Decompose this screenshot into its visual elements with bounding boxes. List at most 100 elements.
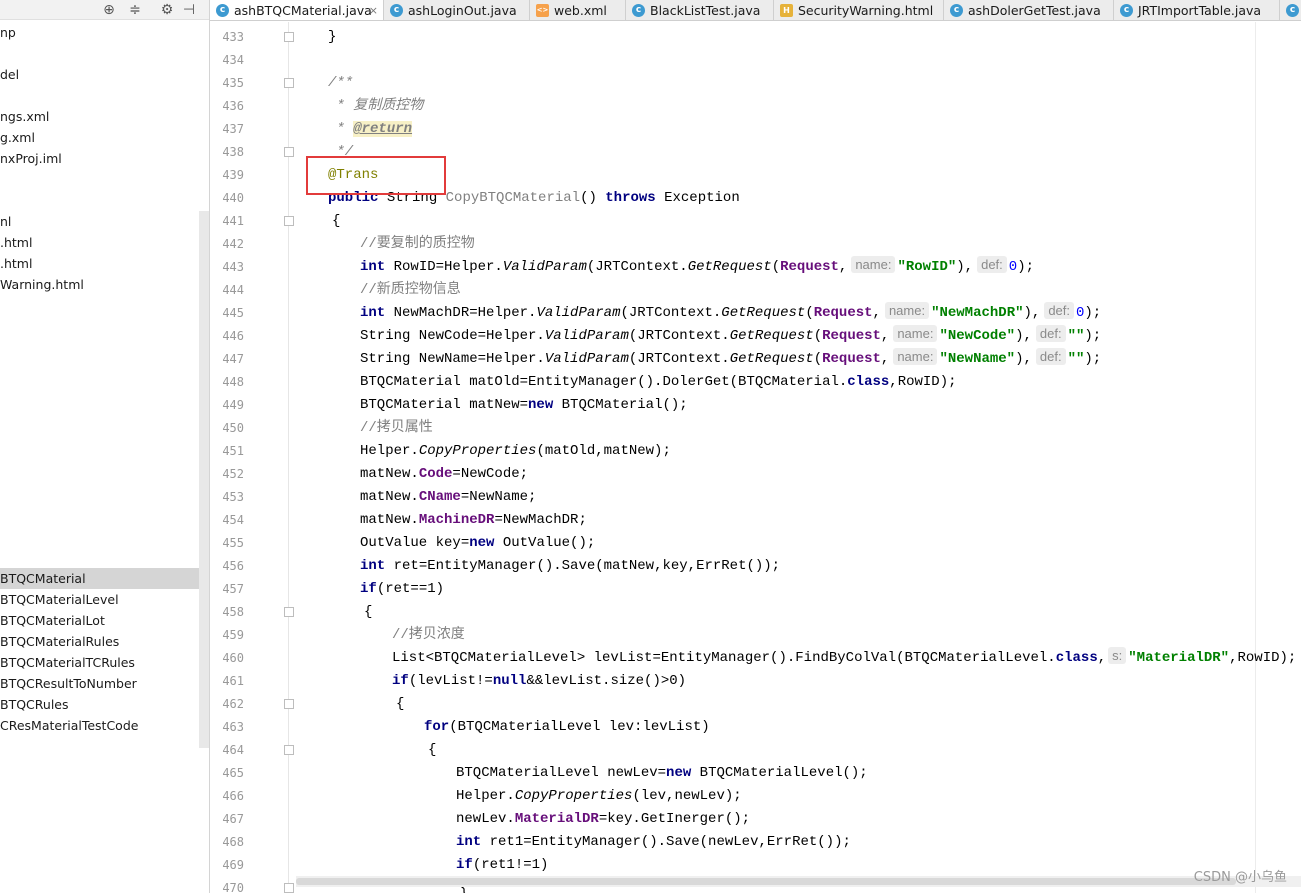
code-line-467: newLev.MaterialDR=key.GetInerger(); xyxy=(456,808,750,831)
code-token: //要复制的质控物 xyxy=(360,236,475,252)
fold-marker-icon[interactable] xyxy=(284,216,294,226)
tree-item[interactable]: CResMaterialTestCode xyxy=(0,715,200,736)
gear-icon[interactable]: ⚙ xyxy=(158,1,176,19)
code-area[interactable]: } /** * 复制质控物 * @return */ @Trans public… xyxy=(294,22,1301,893)
code-line-433: } xyxy=(328,26,336,49)
project-toolbar: ⊕ ≑ ⚙ ⊣ xyxy=(0,0,209,20)
code-token: , xyxy=(838,259,848,275)
tree-item[interactable]: Warning.html xyxy=(0,274,200,295)
fold-marker-icon[interactable] xyxy=(284,699,294,709)
code-token: ( xyxy=(813,328,823,344)
code-token: RowID=Helper. xyxy=(385,259,503,275)
tree-item[interactable]: nxProj.iml xyxy=(0,148,200,169)
close-icon[interactable]: × xyxy=(369,0,378,20)
code-token: null xyxy=(492,673,527,689)
code-line-465: BTQCMaterialLevel newLev=new BTQCMateria… xyxy=(456,762,868,785)
code-token: &&levList.size()>0) xyxy=(526,673,687,689)
tree-item[interactable]: nl xyxy=(0,211,200,232)
code-line-466: Helper.CopyProperties(lev,newLev); xyxy=(456,785,742,808)
project-scrollbar[interactable] xyxy=(199,211,209,748)
tree-item[interactable]: del xyxy=(0,64,200,85)
code-token: ValidParam xyxy=(544,328,629,344)
param-hint: name: xyxy=(893,325,938,342)
editor-tab-bar: c ashBTQCMaterial.java × c ashLoginOut.j… xyxy=(210,0,1301,21)
java-class-icon: c xyxy=(1286,4,1299,17)
fold-marker-icon[interactable] xyxy=(284,607,294,617)
line-number: 442 xyxy=(222,237,244,251)
line-number: 434 xyxy=(222,53,244,67)
horizontal-scrollbar[interactable] xyxy=(296,876,1301,887)
tree-item[interactable]: BTQCMaterialTCRules xyxy=(0,652,200,673)
tree-item[interactable]: BTQCMaterialLevel xyxy=(0,589,200,610)
tab-blacklisttest[interactable]: c BlackListTest.java xyxy=(626,0,774,20)
tab-label: ashBTQCMaterial.java xyxy=(234,3,372,18)
code-token: =NewName; xyxy=(460,489,537,505)
tree-item[interactable]: .html xyxy=(0,232,200,253)
code-token: { xyxy=(428,742,437,758)
code-token: (JRTContext. xyxy=(628,351,730,367)
tree-item[interactable]: BTQCRules xyxy=(0,694,200,715)
scrollbar-thumb[interactable] xyxy=(296,878,1236,885)
code-line-464: { xyxy=(428,739,436,762)
code-token: CopyProperties xyxy=(514,788,633,804)
code-token: ValidParam xyxy=(544,351,629,367)
param-hint: def: xyxy=(1035,348,1066,365)
tab-overflow[interactable]: c xyxy=(1280,0,1301,20)
tab-jrtimporttable[interactable]: c JRTImportTable.java xyxy=(1114,0,1280,20)
fold-marker-icon[interactable] xyxy=(284,883,294,893)
tree-item-selected[interactable]: BTQCMaterial xyxy=(0,568,200,589)
tree-item[interactable]: np xyxy=(0,22,200,43)
fold-marker-icon[interactable] xyxy=(284,32,294,42)
tab-securitywarning[interactable]: H SecurityWarning.html xyxy=(774,0,944,20)
code-token: if xyxy=(360,581,377,597)
fold-marker-icon[interactable] xyxy=(284,78,294,88)
tab-web-xml[interactable]: <> web.xml xyxy=(530,0,626,20)
line-number: 451 xyxy=(222,444,244,458)
tree-item[interactable]: g.xml xyxy=(0,127,200,148)
code-token: NewMachDR=Helper. xyxy=(385,305,537,321)
tree-item[interactable]: BTQCMaterialLot xyxy=(0,610,200,631)
fold-marker-icon[interactable] xyxy=(284,745,294,755)
java-class-icon: c xyxy=(216,4,229,17)
tab-ashloginout[interactable]: c ashLoginOut.java xyxy=(384,0,530,20)
code-token: new xyxy=(666,765,692,781)
code-line-452: matNew.Code=NewCode; xyxy=(360,463,528,486)
line-number: 468 xyxy=(222,835,244,849)
collapse-icon[interactable]: ≑ xyxy=(126,1,144,19)
code-line-468: int ret1=EntityManager().Save(newLev,Err… xyxy=(456,831,851,854)
param-hint: def: xyxy=(977,256,1007,273)
tab-ashdolergettest[interactable]: c ashDolerGetTest.java xyxy=(944,0,1114,20)
hide-icon[interactable]: ⊣ xyxy=(180,1,198,19)
code-token: GetRequest xyxy=(687,259,772,275)
code-token: //拷贝浓度 xyxy=(392,627,465,643)
tree-item[interactable]: BTQCResultToNumber xyxy=(0,673,200,694)
line-number: 436 xyxy=(222,99,244,113)
line-number: 439 xyxy=(222,168,244,182)
line-number: 470 xyxy=(222,881,244,893)
tree-item[interactable]: .html xyxy=(0,253,200,274)
code-token: , xyxy=(872,305,881,321)
code-token: int xyxy=(360,259,386,275)
code-line-450: //拷贝属性 xyxy=(360,417,433,440)
code-token: GetRequest xyxy=(729,328,814,344)
tree-item[interactable]: BTQCMaterialRules xyxy=(0,631,200,652)
code-token: matNew. xyxy=(360,466,419,482)
code-editor[interactable]: 433 434 435 436 437 438 439 440 441 442 443 444 445 4… xyxy=(210,22,1301,893)
crosshair-icon[interactable]: ⊕ xyxy=(100,1,118,19)
fold-marker-icon[interactable] xyxy=(284,147,294,157)
line-number: 447 xyxy=(222,352,244,366)
code-token: ), xyxy=(956,259,974,275)
code-token: class xyxy=(847,374,890,390)
code-token: =NewCode; xyxy=(452,466,529,482)
line-number: 433 xyxy=(222,30,244,44)
code-token: ), xyxy=(1015,351,1032,367)
code-token: "RowID" xyxy=(897,259,957,275)
xml-file-icon: <> xyxy=(536,4,549,17)
code-token: Request xyxy=(780,259,839,275)
tree-item[interactable]: ngs.xml xyxy=(0,106,200,127)
tab-ashbtqcmaterial[interactable]: c ashBTQCMaterial.java × xyxy=(210,0,384,20)
code-line-462: { xyxy=(396,693,404,716)
code-token: (JRTContext. xyxy=(628,328,730,344)
code-token: ( xyxy=(805,305,814,321)
param-hint: s: xyxy=(1108,647,1127,664)
